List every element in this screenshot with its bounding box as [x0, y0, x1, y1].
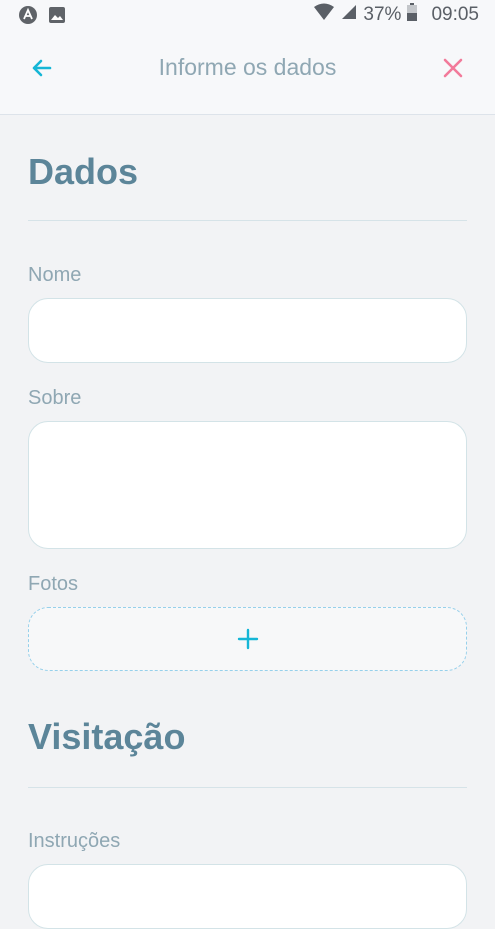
instrucoes-input[interactable] [28, 864, 467, 929]
add-photo-button[interactable] [28, 607, 467, 671]
clock: 09:05 [431, 4, 479, 25]
battery-icon [407, 3, 418, 27]
status-bar: 37% 09:05 [0, 0, 495, 32]
app-notification-icon [18, 5, 38, 30]
wifi-icon [313, 3, 335, 27]
status-right: 37% 09:05 [313, 3, 479, 27]
nome-input[interactable] [28, 298, 467, 363]
battery-percent: 37% [363, 4, 402, 25]
nome-label: Nome [28, 264, 82, 286]
sobre-textarea[interactable] [28, 421, 467, 549]
instrucoes-label: Instruções [28, 830, 121, 852]
section-title-visitacao: Visitação [28, 716, 186, 757]
sobre-label: Sobre [28, 387, 82, 409]
page-title: Informe os dados [158, 54, 337, 80]
fotos-label: Fotos [28, 573, 79, 595]
plus-icon [237, 628, 258, 650]
status-left [18, 5, 66, 30]
section-divider [28, 220, 467, 221]
section-title-dados: Dados [28, 151, 139, 192]
close-button[interactable] [439, 54, 467, 82]
signal-icon [341, 4, 357, 26]
form-content: Dados Nome Sobre Fotos Visitação Instruç… [28, 114, 467, 929]
close-icon [443, 58, 463, 78]
app-bar: Informe os dados [0, 32, 495, 115]
image-notification-icon [48, 6, 66, 29]
section-divider [28, 787, 467, 788]
